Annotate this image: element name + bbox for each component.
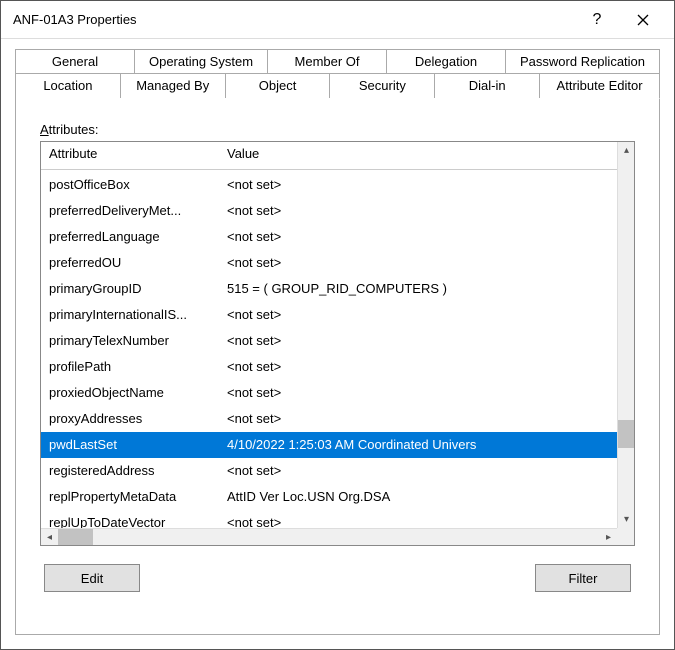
tab-label: Dial-in (469, 78, 506, 93)
table-row[interactable]: profilePath<not set> (41, 354, 634, 380)
cell-value: <not set> (227, 330, 634, 352)
tab-managed-by[interactable]: Managed By (121, 73, 226, 98)
tab-label: General (52, 54, 98, 69)
attribute-editor-panel: Attributes: Attribute Value postOfficeBo… (15, 98, 660, 635)
column-header-attribute[interactable]: Attribute (49, 146, 227, 161)
cell-value: <not set> (227, 174, 634, 196)
table-row[interactable]: registeredAddress<not set> (41, 458, 634, 484)
tab-label: Location (43, 78, 92, 93)
cell-value: <not set> (227, 460, 634, 482)
cell-attribute: postOfficeBox (49, 174, 227, 196)
close-icon (637, 14, 649, 26)
dialog-content: General Operating System Member Of Deleg… (1, 39, 674, 649)
table-row[interactable]: postOfficeBox<not set> (41, 172, 634, 198)
list-header: Attribute Value (41, 142, 634, 170)
cell-attribute: primaryInternationalIS... (49, 304, 227, 326)
scroll-up-icon[interactable]: ▴ (618, 142, 635, 159)
table-row[interactable]: primaryTelexNumber<not set> (41, 328, 634, 354)
attributes-label-text: ttributes: (49, 122, 99, 137)
tab-password-replication[interactable]: Password Replication (506, 49, 660, 74)
table-row[interactable]: preferredDeliveryMet...<not set> (41, 198, 634, 224)
table-row[interactable]: preferredLanguage<not set> (41, 224, 634, 250)
tab-row-2: Location Managed By Object Security Dial… (15, 73, 660, 98)
column-header-value[interactable]: Value (227, 146, 634, 161)
cell-attribute: profilePath (49, 356, 227, 378)
table-row[interactable]: proxyAddresses<not set> (41, 406, 634, 432)
tab-strip: General Operating System Member Of Deleg… (15, 49, 660, 98)
cell-value: 4/10/2022 1:25:03 AM Coordinated Univers (227, 434, 634, 456)
scroll-left-icon[interactable]: ◂ (41, 529, 58, 546)
scrollbar-corner (617, 528, 634, 545)
table-row[interactable]: preferredOU<not set> (41, 250, 634, 276)
attributes-label-accel: A (40, 122, 49, 137)
filter-button-label: Filter (569, 571, 598, 586)
table-row[interactable]: primaryInternationalIS...<not set> (41, 302, 634, 328)
table-row[interactable]: proxiedObjectName<not set> (41, 380, 634, 406)
cell-value: <not set> (227, 200, 634, 222)
horizontal-scroll-thumb[interactable] (58, 529, 93, 545)
cell-value: <not set> (227, 252, 634, 274)
horizontal-scrollbar[interactable]: ◂ ▸ (41, 528, 617, 545)
vertical-scroll-thumb[interactable] (618, 420, 634, 448)
attributes-listbox[interactable]: Attribute Value postOfficeBox<not set>pr… (40, 141, 635, 546)
spacer (140, 564, 535, 592)
tab-member-of[interactable]: Member Of (268, 49, 387, 74)
cell-attribute: replPropertyMetaData (49, 486, 227, 508)
tab-operating-system[interactable]: Operating System (135, 49, 268, 74)
cell-attribute: registeredAddress (49, 460, 227, 482)
close-button[interactable] (620, 1, 666, 39)
table-row[interactable]: replPropertyMetaData AttID Ver Loc.USN O… (41, 484, 634, 510)
tab-delegation[interactable]: Delegation (387, 49, 506, 74)
table-row[interactable]: pwdLastSet4/10/2022 1:25:03 AM Coordinat… (41, 432, 634, 458)
tab-label: Password Replication (520, 54, 645, 69)
cell-attribute: proxyAddresses (49, 408, 227, 430)
vertical-scrollbar[interactable]: ▴ ▾ (617, 142, 634, 528)
cell-attribute: primaryTelexNumber (49, 330, 227, 352)
tab-label: Delegation (415, 54, 477, 69)
scroll-down-icon[interactable]: ▾ (618, 511, 635, 528)
tab-label: Operating System (149, 54, 253, 69)
tab-object[interactable]: Object (226, 73, 331, 98)
tab-label: Object (259, 78, 297, 93)
cell-value: <not set> (227, 226, 634, 248)
scroll-right-icon[interactable]: ▸ (600, 529, 617, 546)
cell-attribute: proxiedObjectName (49, 382, 227, 404)
tab-dial-in[interactable]: Dial-in (435, 73, 540, 98)
tab-security[interactable]: Security (330, 73, 435, 98)
cell-attribute: primaryGroupID (49, 278, 227, 300)
properties-dialog: ANF-01A3 Properties ? General Operating … (0, 0, 675, 650)
edit-button-label: Edit (81, 571, 103, 586)
attributes-label: Attributes: (40, 122, 635, 137)
tab-label: Managed By (136, 78, 209, 93)
cell-attribute: preferredLanguage (49, 226, 227, 248)
edit-button[interactable]: Edit (44, 564, 140, 592)
cell-value: <not set> (227, 356, 634, 378)
button-row: Edit Filter (40, 564, 635, 592)
tab-label: Member Of (295, 54, 360, 69)
tab-location[interactable]: Location (15, 73, 121, 98)
tab-label: Security (359, 78, 406, 93)
help-button[interactable]: ? (574, 1, 620, 39)
tab-row-1: General Operating System Member Of Deleg… (15, 49, 660, 74)
tab-general[interactable]: General (15, 49, 135, 74)
cell-attribute: preferredDeliveryMet... (49, 200, 227, 222)
list-body: postOfficeBox<not set>preferredDeliveryM… (41, 170, 634, 545)
tab-attribute-editor[interactable]: Attribute Editor (540, 73, 660, 99)
tab-label: Attribute Editor (557, 78, 643, 93)
filter-button[interactable]: Filter (535, 564, 631, 592)
cell-attribute: preferredOU (49, 252, 227, 274)
cell-value: <not set> (227, 304, 634, 326)
window-title: ANF-01A3 Properties (13, 12, 574, 27)
titlebar: ANF-01A3 Properties ? (1, 1, 674, 39)
cell-value: 515 = ( GROUP_RID_COMPUTERS ) (227, 278, 634, 300)
table-row[interactable]: primaryGroupID515 = ( GROUP_RID_COMPUTER… (41, 276, 634, 302)
cell-value: <not set> (227, 408, 634, 430)
cell-attribute: pwdLastSet (49, 434, 227, 456)
cell-value: AttID Ver Loc.USN Org.DSA (227, 486, 634, 508)
cell-value: <not set> (227, 382, 634, 404)
